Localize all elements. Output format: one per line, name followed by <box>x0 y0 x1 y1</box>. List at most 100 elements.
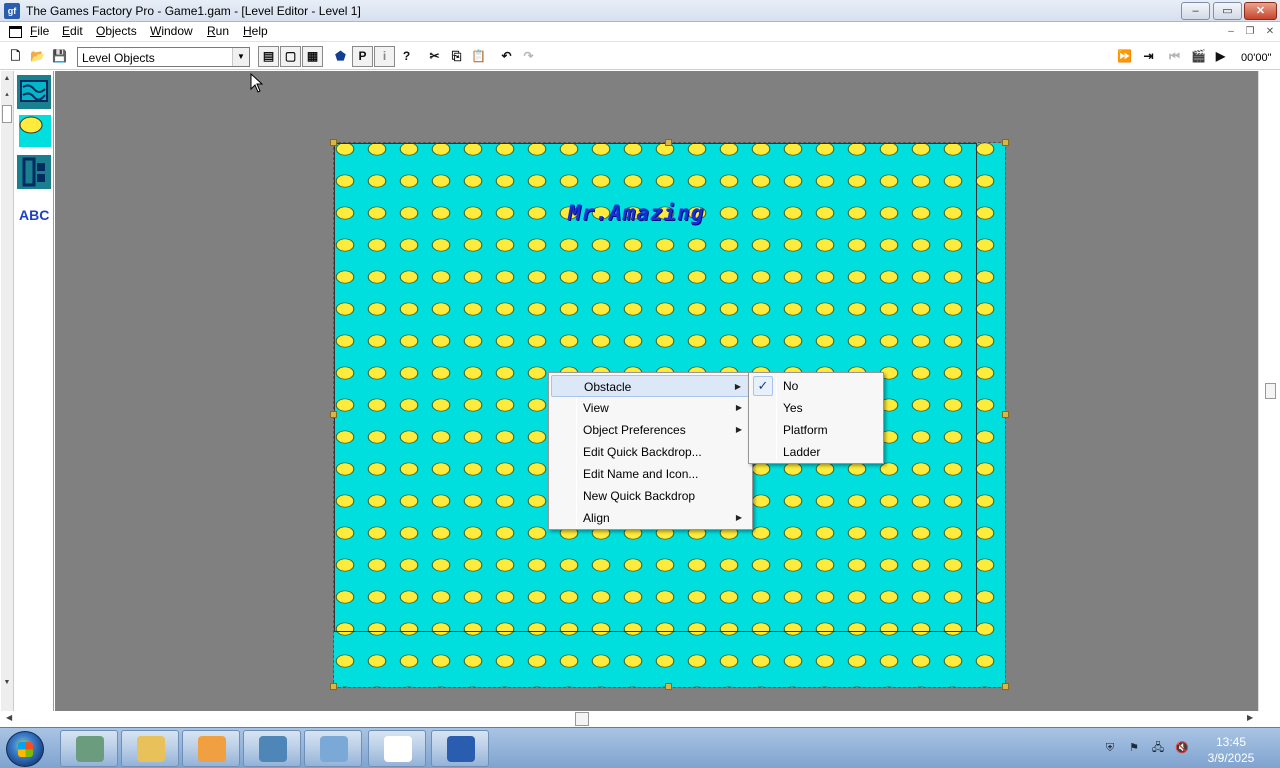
undo-icon[interactable]: ↶ <box>496 46 517 67</box>
menu-edit[interactable]: Edit <box>62 24 83 38</box>
menu-item-obstacle[interactable]: Obstacle ▶ <box>551 375 750 397</box>
menu-window[interactable]: Window <box>150 24 193 38</box>
view-combo-value: Level Objects <box>82 51 155 65</box>
folder-icon <box>137 736 165 762</box>
scroll-down-icon[interactable]: ▼ <box>1 677 13 689</box>
run-application-icon[interactable]: ⏩ <box>1114 46 1135 67</box>
photo-viewer-icon <box>259 736 287 762</box>
mouse-cursor-icon <box>250 73 264 93</box>
menu-run[interactable]: Run <box>207 24 229 38</box>
taskbar-app-explorer[interactable] <box>121 730 179 767</box>
clock-date: 3/9/2025 <box>1207 751 1255 765</box>
submenu-item-yes[interactable]: Yes <box>751 397 881 419</box>
volume-icon[interactable]: 🔇 <box>1175 742 1189 755</box>
resize-handle-n[interactable] <box>665 139 672 146</box>
run-level-icon[interactable]: ⇥ <box>1138 46 1159 67</box>
system-clock[interactable]: 13:45 3/9/2025 <box>1200 734 1262 766</box>
level-editor-icon[interactable]: ▢ <box>280 46 301 67</box>
network-icon[interactable]: 🖧 <box>1151 742 1165 755</box>
copy-icon[interactable]: ⎘ <box>446 46 467 67</box>
event-editor-icon[interactable]: ▦ <box>302 46 323 67</box>
mdi-close-button[interactable]: ✕ <box>1263 26 1277 39</box>
maximize-button[interactable]: ▭ <box>1213 2 1242 20</box>
info-icon[interactable]: i <box>374 46 395 67</box>
menu-file[interactable]: File <box>30 24 49 38</box>
storyboard-editor-icon[interactable]: ▤ <box>258 46 279 67</box>
scroll-up-small-icon[interactable]: ▴ <box>1 89 13 101</box>
cut-icon[interactable]: ✂ <box>424 46 445 67</box>
mdi-minimize-button[interactable]: – <box>1224 26 1238 39</box>
submenu-item-no[interactable]: ✓ No <box>751 375 881 397</box>
save-icon[interactable]: 💾 <box>49 46 70 67</box>
record-icon[interactable]: 🎬 <box>1188 46 1209 67</box>
taskbar-app-media[interactable] <box>182 730 240 767</box>
object-shape-icon[interactable]: ⬟ <box>330 46 351 67</box>
animation-object-icon[interactable] <box>15 153 53 191</box>
taskbar-app-control-panel[interactable] <box>304 730 362 767</box>
title-bar: gf The Games Factory Pro - Game1.gam - [… <box>0 0 1280 22</box>
resize-handle-ne[interactable] <box>1002 139 1009 146</box>
resize-handle-e[interactable] <box>1002 411 1009 418</box>
document-menu-icon[interactable] <box>9 26 22 38</box>
menu-bar: File Edit Objects Window Run Help – ❐ ✕ <box>0 22 1280 42</box>
resize-handle-se[interactable] <box>1002 683 1009 690</box>
paste-icon[interactable]: 📋 <box>468 46 489 67</box>
open-folder-icon[interactable]: 📂 <box>27 46 48 67</box>
menu-item-align[interactable]: Align ▶ <box>551 507 750 529</box>
resize-handle-nw[interactable] <box>330 139 337 146</box>
flag-icon[interactable]: ⚑ <box>1127 742 1141 755</box>
scroll-right-icon[interactable]: ▶ <box>1247 713 1253 722</box>
view-combo[interactable]: Level Objects ▼ <box>77 47 250 67</box>
control-panel-icon <box>320 736 348 762</box>
play-icon[interactable]: ▶ <box>1210 46 1231 67</box>
app-2-icon <box>384 736 412 762</box>
taskbar-app-dragon[interactable] <box>60 730 118 767</box>
palette-scrollbar[interactable]: ▲ ▴ ▼ <box>1 71 14 711</box>
chevron-down-icon[interactable]: ▼ <box>232 48 249 66</box>
taskbar: ⛨ ⚑ 🖧 🔇 13:45 3/9/2025 <box>0 727 1280 768</box>
submenu-arrow-icon: ▶ <box>735 403 742 412</box>
help-icon[interactable]: ? <box>396 46 417 67</box>
mdi-restore-button[interactable]: ❐ <box>1243 26 1257 39</box>
taskbar-app-photos[interactable] <box>243 730 301 767</box>
security-icon[interactable]: ⛨ <box>1103 742 1117 755</box>
start-button[interactable] <box>6 731 44 767</box>
minimize-button[interactable]: – <box>1181 2 1210 20</box>
text-object-icon[interactable]: ABC <box>19 207 49 223</box>
resize-handle-sw[interactable] <box>330 683 337 690</box>
scroll-up-icon[interactable]: ▲ <box>1 73 13 85</box>
taskbar-app-games-factory[interactable] <box>431 730 489 767</box>
vertical-scrollbar[interactable] <box>1258 71 1280 711</box>
menu-item-edit-quick-backdrop[interactable]: Edit Quick Backdrop... <box>551 441 750 463</box>
submenu-item-ladder[interactable]: Ladder <box>751 441 881 463</box>
menu-item-edit-name-and-icon[interactable]: Edit Name and Icon... <box>551 463 750 485</box>
menu-objects[interactable]: Objects <box>96 24 137 38</box>
new-file-icon[interactable]: 🗋 <box>5 46 26 67</box>
properties-icon[interactable]: P <box>352 46 373 67</box>
vertical-scroll-thumb[interactable] <box>1265 383 1276 399</box>
menu-item-new-quick-backdrop[interactable]: New Quick Backdrop <box>551 485 750 507</box>
check-icon: ✓ <box>753 376 773 396</box>
submenu-arrow-icon: ▶ <box>735 425 742 434</box>
horizontal-scroll-thumb[interactable] <box>575 712 589 726</box>
palette-scroll-thumb[interactable] <box>2 105 12 123</box>
rewind-icon[interactable]: ⏮ <box>1164 46 1185 67</box>
resize-handle-s[interactable] <box>665 683 672 690</box>
object-palette: ▲ ▴ ▼ ABC <box>0 71 54 711</box>
active-object-icon[interactable] <box>15 111 53 149</box>
taskbar-app-2[interactable] <box>368 730 426 767</box>
redo-icon[interactable]: ↷ <box>518 46 539 67</box>
close-button[interactable]: ✕ <box>1244 2 1277 20</box>
game-title-text[interactable]: Mr.Amazing <box>568 201 704 225</box>
scroll-left-icon[interactable]: ◀ <box>6 713 12 722</box>
toolbar: 🗋 📂 💾 Level Objects ▼ ▤ ▢ ▦ ⬟ P i ? ✂ ⎘ … <box>0 43 1280 70</box>
horizontal-scrollbar[interactable]: ◀ ▶ <box>0 711 1280 727</box>
backdrop-object-icon[interactable] <box>15 73 53 111</box>
submenu-item-platform[interactable]: Platform <box>751 419 881 441</box>
menu-item-view[interactable]: View ▶ <box>551 397 750 419</box>
resize-handle-w[interactable] <box>330 411 337 418</box>
menu-item-object-preferences[interactable]: Object Preferences ▶ <box>551 419 750 441</box>
menu-help[interactable]: Help <box>243 24 268 38</box>
submenu-arrow-icon: ▶ <box>734 382 741 391</box>
media-player-icon <box>198 736 226 762</box>
